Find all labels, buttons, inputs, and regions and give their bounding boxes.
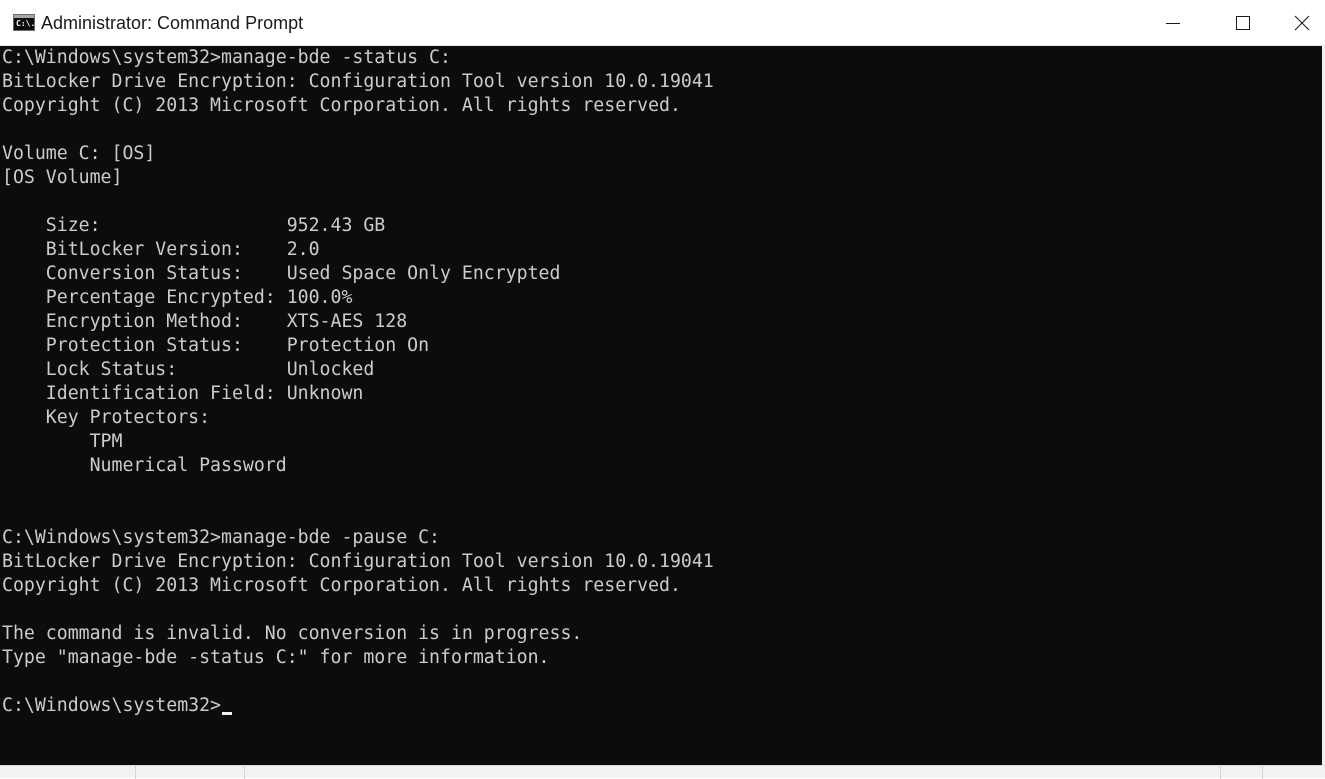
title-bar[interactable]: C:\. Administrator: Command Prompt: [0, 0, 1325, 46]
maximize-button[interactable]: [1208, 0, 1278, 45]
console-line: TPM: [2, 431, 123, 452]
strip-divider: [135, 766, 136, 779]
console-line: Conversion Status: Used Space Only Encry…: [2, 263, 561, 284]
console-line: Encryption Method: XTS-AES 128: [2, 311, 408, 332]
console-line: Key Protectors:: [2, 407, 211, 428]
cmd-icon[interactable]: C:\.: [13, 14, 35, 31]
console-line: Size: 952.43 GB: [2, 215, 386, 236]
close-icon: [1294, 15, 1309, 30]
console-line: C:\Windows\system32>manage-bde -pause C:: [2, 527, 440, 548]
maximize-icon: [1236, 15, 1250, 30]
console-line: BitLocker Version: 2.0: [2, 239, 320, 260]
taskbar-strip: [0, 765, 1325, 779]
console-line: C:\Windows\system32>: [2, 694, 232, 718]
console-line: Identification Field: Unknown: [2, 383, 364, 404]
console-line: The command is invalid. No conversion is…: [2, 623, 583, 644]
console-line: BitLocker Drive Encryption: Configuratio…: [2, 71, 714, 92]
strip-divider: [244, 766, 245, 779]
console-line: [OS Volume]: [2, 167, 123, 188]
window-title: Administrator: Command Prompt: [41, 13, 304, 33]
console-line: Lock Status: Unlocked: [2, 359, 375, 380]
console-line: Type "manage-bde -status C:" for more in…: [2, 647, 550, 668]
console-line: Percentage Encrypted: 100.0%: [2, 287, 353, 308]
console-line: BitLocker Drive Encryption: Configuratio…: [2, 551, 714, 572]
cmd-icon-glyph: C:\.: [16, 19, 36, 28]
minimize-icon: [1166, 22, 1180, 24]
console-line: Copyright (C) 2013 Microsoft Corporation…: [2, 575, 681, 596]
strip-divider: [1220, 766, 1221, 779]
console-line: Numerical Password: [2, 455, 287, 476]
console-output-area[interactable]: C:\Windows\system32>manage-bde -status C…: [0, 46, 1322, 765]
strip-divider: [1262, 766, 1263, 779]
text-cursor: [222, 712, 232, 715]
console-line: Copyright (C) 2013 Microsoft Corporation…: [2, 95, 681, 116]
console-line: Protection Status: Protection On: [2, 335, 430, 356]
console-line: C:\Windows\system32>manage-bde -status C…: [2, 47, 451, 68]
close-button[interactable]: [1278, 0, 1325, 45]
minimize-button[interactable]: [1138, 0, 1208, 45]
console-line: Volume C: [OS]: [2, 143, 156, 164]
command-prompt-window: C:\. Administrator: Command Prompt C:\Wi…: [0, 0, 1325, 779]
